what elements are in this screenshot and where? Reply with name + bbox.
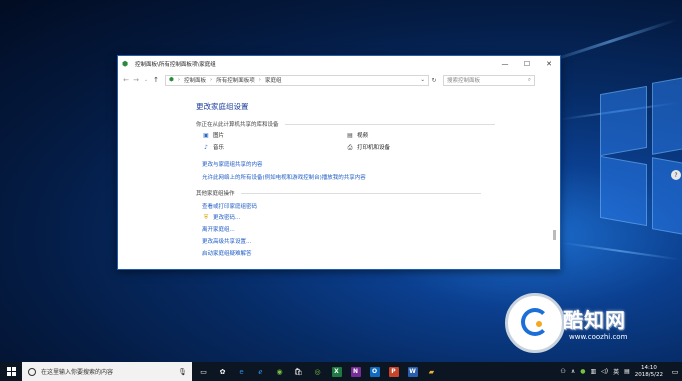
taskbar-search[interactable]: 在这里输入你要搜索的内容 🎙 <box>22 362 192 381</box>
windows-icon <box>6 367 16 376</box>
search-placeholder: 搜索控制面板 <box>447 78 481 84</box>
ime-indicator[interactable]: 英 <box>613 367 619 376</box>
maximize-button[interactable]: ☐ <box>516 56 538 72</box>
advanced-sharing-link[interactable]: 更改高级共享设置... <box>202 237 251 245</box>
search-text: 在这里输入你要搜索的内容 <box>41 369 114 376</box>
volume-icon[interactable]: ◁) <box>601 368 608 375</box>
word-icon[interactable]: W <box>405 362 420 381</box>
homegroup-icon: ⬢ <box>122 60 129 68</box>
watermark: 酷知网 www.coozhi.com <box>505 290 677 358</box>
breadcrumb-item[interactable]: 家庭组 <box>265 76 282 84</box>
browser-app-icon[interactable]: ◎ <box>310 362 325 381</box>
onenote-icon[interactable]: N <box>348 362 363 381</box>
clock[interactable]: 14:10 2018/5/22 <box>635 365 663 379</box>
shield-icon: ⛨ <box>203 213 209 221</box>
tray-app-icon[interactable]: ● <box>580 368 585 375</box>
leave-homegroup-link[interactable]: 离开家庭组... <box>202 225 235 233</box>
people-icon[interactable]: ⚇ <box>560 368 565 375</box>
clock-time: 14:10 <box>640 364 657 371</box>
shared-section-header: 你正在从此计算机共享的库和设备 <box>196 120 495 128</box>
clock-date: 2018/5/22 <box>634 371 663 378</box>
system-tray: ⚇ ∧ ● ▥ ◁) 英 ▤ 14:10 2018/5/22 ▭ <box>560 362 682 381</box>
store-icon[interactable]: 🛍 <box>291 362 306 381</box>
taskbar: 在这里输入你要搜索的内容 🎙 ▭ ✿ e ℯ ◉ 🛍 ◎ X N O P W ▰… <box>0 362 682 381</box>
allow-devices-link[interactable]: 允许此网络上的所有设备(例如电视和游戏控制台)播放我的共享内容 <box>202 173 366 181</box>
library-item-printers[interactable]: ⎙ 打印机和设备 <box>346 143 390 152</box>
change-password-link[interactable]: 更改密码... <box>213 213 240 221</box>
up-icon[interactable]: ↑ <box>151 76 161 84</box>
breadcrumb-item[interactable]: 控制面板 <box>184 76 206 84</box>
powerpoint-icon[interactable]: P <box>386 362 401 381</box>
address-dropdown-icon[interactable]: ⌄ <box>420 77 425 83</box>
watermark-logo <box>505 293 565 353</box>
microphone-icon[interactable]: 🎙 <box>178 368 187 376</box>
troubleshooter-link[interactable]: 启动家庭组疑难解答 <box>202 249 252 257</box>
printer-icon: ⎙ <box>347 143 353 151</box>
task-view-icon[interactable]: ▭ <box>196 362 211 381</box>
excel-icon[interactable]: X <box>329 362 344 381</box>
window-title: 控制面板\所有控制面板项\家庭组 <box>135 62 216 68</box>
minimize-button[interactable]: — <box>494 56 516 72</box>
library-item-videos[interactable]: ▤ 视频 <box>346 131 368 140</box>
control-panel-window[interactable]: ⬢ 控制面板\所有控制面板项\家庭组 — ☐ ✕ ← → ⌄ ↑ ⬢ › 控制面… <box>117 55 561 270</box>
library-item-pictures[interactable]: ▣ 图片 <box>202 131 224 140</box>
notification-center[interactable]: ▭ <box>669 365 681 379</box>
breadcrumb-item[interactable]: 所有控制面板项 <box>216 76 255 84</box>
notification-icon: ▭ <box>671 367 679 376</box>
file-explorer-icon[interactable]: ▰ <box>424 362 439 381</box>
network-icon[interactable]: ▥ <box>590 368 596 375</box>
start-button[interactable] <box>0 362 22 381</box>
videos-icon: ▤ <box>347 131 353 139</box>
address-bar: ← → ⌄ ↑ ⬢ › 控制面板 › 所有控制面板项 › 家庭组 ⌄ ↻ 搜索控… <box>118 73 560 87</box>
outlook-icon[interactable]: O <box>367 362 382 381</box>
recent-chevron-icon[interactable]: ⌄ <box>141 77 151 83</box>
edge-icon[interactable]: e <box>234 362 249 381</box>
show-hidden-icon[interactable]: ∧ <box>571 368 575 375</box>
watermark-url: www.coozhi.com <box>569 333 628 341</box>
refresh-icon[interactable]: ↻ <box>429 77 439 84</box>
search-box[interactable]: 搜索控制面板 ⌕ <box>443 74 535 86</box>
forward-icon[interactable]: → <box>131 76 141 84</box>
breadcrumb[interactable]: ⬢ › 控制面板 › 所有控制面板项 › 家庭组 ⌄ <box>165 74 429 86</box>
ie-icon[interactable]: ℯ <box>253 362 268 381</box>
close-button[interactable]: ✕ <box>538 56 560 72</box>
search-icon: ⌕ <box>527 76 531 83</box>
main-content: 更改家庭组设置 你正在从此计算机共享的库和设备 ▣ 图片 ▤ 视频 ♪ 音乐 ⎙… <box>118 88 560 269</box>
keyboard-icon[interactable]: ▤ <box>624 368 630 375</box>
pictures-icon: ▣ <box>203 131 209 139</box>
homegroup-small-icon: ⬢ <box>169 77 174 83</box>
puzzle-app-icon[interactable]: ✿ <box>215 362 230 381</box>
side-help-icon[interactable]: ? <box>671 170 681 180</box>
security-app-icon[interactable]: ◉ <box>272 362 287 381</box>
music-icon: ♪ <box>204 143 208 151</box>
change-shared-link[interactable]: 更改与家庭组共享的内容 <box>202 160 263 168</box>
watermark-title: 酷知网 <box>563 308 626 332</box>
library-item-music[interactable]: ♪ 音乐 <box>202 143 224 152</box>
page-title: 更改家庭组设置 <box>196 102 249 111</box>
title-bar[interactable]: ⬢ 控制面板\所有控制面板项\家庭组 — ☐ ✕ <box>118 56 560 72</box>
other-section-header: 其他家庭组操作 <box>196 189 481 197</box>
view-password-link[interactable]: 查看或打印家庭组密码 <box>202 202 257 210</box>
back-icon[interactable]: ← <box>121 76 131 84</box>
change-password-item[interactable]: ⛨ 更改密码... <box>202 213 241 222</box>
cortana-icon <box>28 367 36 376</box>
scrollbar[interactable] <box>552 208 557 268</box>
